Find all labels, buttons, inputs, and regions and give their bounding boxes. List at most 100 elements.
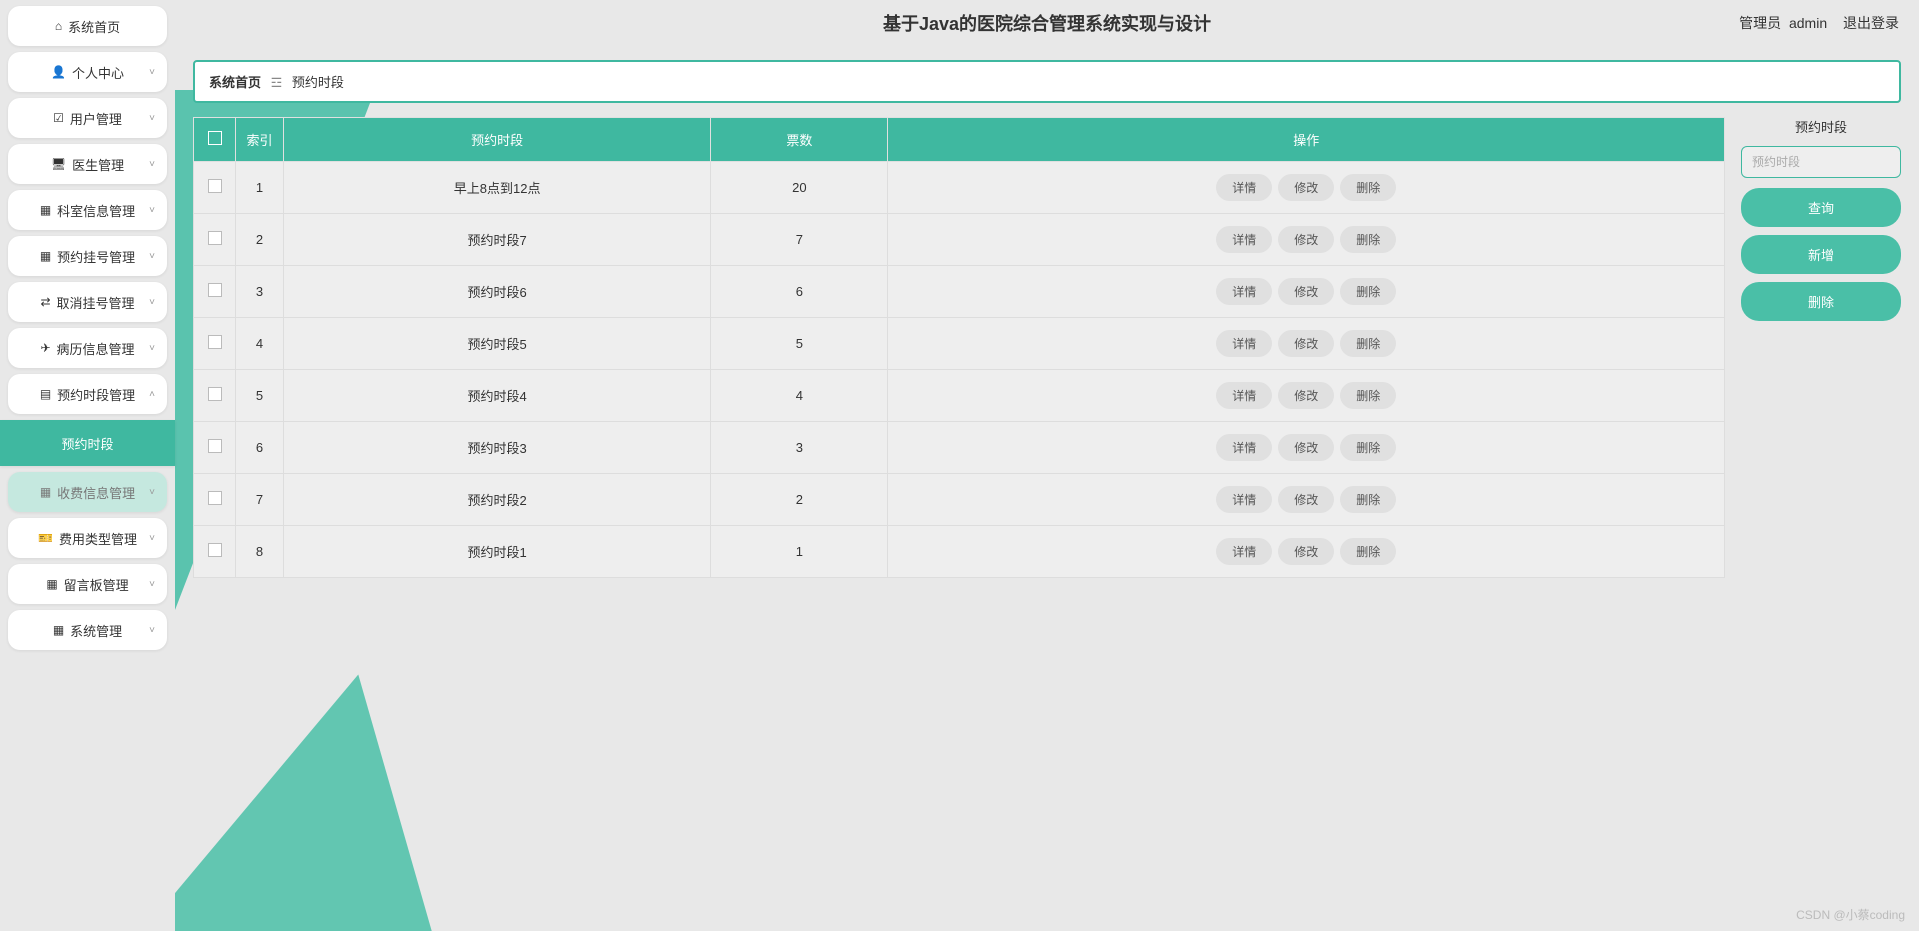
delete-button[interactable]: 删除 — [1741, 282, 1901, 321]
row-delete-button[interactable]: 删除 — [1340, 174, 1396, 201]
cell-index: 1 — [236, 162, 284, 214]
sidebar-item-13[interactable]: ▦系统管理˅ — [8, 610, 167, 650]
sidebar-item-7[interactable]: ✈病历信息管理˅ — [8, 328, 167, 368]
user-name[interactable]: admin — [1789, 15, 1827, 31]
logout-link[interactable]: 退出登录 — [1843, 15, 1899, 31]
detail-button[interactable]: 详情 — [1216, 174, 1272, 201]
table-row: 5预约时段44 详情修改删除 — [194, 370, 1725, 422]
table-row: 3预约时段66详情修改删除 — [194, 266, 1725, 318]
table-header-0 — [194, 118, 236, 162]
edit-button[interactable]: 修改 — [1278, 226, 1334, 253]
chevron-down-icon: ˅ — [149, 159, 155, 170]
cell-count: 4 — [711, 370, 888, 422]
sidebar-item-3[interactable]: 🖥医生管理˅ — [8, 144, 167, 184]
cell-slot: 预约时段2 — [284, 474, 711, 526]
sidebar-item-12[interactable]: ▦留言板管理˅ — [8, 564, 167, 604]
sidebar-item-2[interactable]: ☑用户管理˅ — [8, 98, 167, 138]
sidebar-item-11[interactable]: 🎫费用类型管理˅ — [8, 518, 167, 558]
person-icon: 👤 — [51, 65, 66, 79]
sidebar-item-8[interactable]: ▤预约时段管理˄ — [8, 374, 167, 414]
cell-index: 3 — [236, 266, 284, 318]
ticket-icon: 🎫 — [38, 531, 53, 545]
table-row: 2预约时段77详情修改删除 — [194, 214, 1725, 266]
detail-button[interactable]: 详情 — [1216, 538, 1272, 565]
row-checkbox[interactable] — [208, 179, 222, 193]
search-title: 预约时段 — [1741, 117, 1901, 136]
row-checkbox[interactable] — [208, 231, 222, 245]
row-checkbox[interactable] — [208, 283, 222, 297]
cell-actions: 详情修改删除 — [888, 318, 1725, 370]
user-role: 管理员 — [1739, 15, 1781, 31]
edit-button[interactable]: 修改 — [1278, 382, 1334, 409]
cell-index: 4 — [236, 318, 284, 370]
detail-button[interactable]: 详情 — [1216, 330, 1272, 357]
table-row: 6预约时段33详情修改删除 — [194, 422, 1725, 474]
sidebar-item-5[interactable]: ▦预约挂号管理˅ — [8, 236, 167, 276]
data-table: 索引预约时段票数操作 1早上8点到12点20详情修改删除2预约时段77详情修改删… — [193, 117, 1725, 578]
sidebar-item-label: 系统首页 — [68, 17, 120, 36]
sidebar-item-4[interactable]: ▦科室信息管理˅ — [8, 190, 167, 230]
table-header-1: 索引 — [236, 118, 284, 162]
chevron-down-icon: ˅ — [149, 251, 155, 262]
grid-icon: ▦ — [53, 623, 64, 637]
query-button[interactable]: 查询 — [1741, 188, 1901, 227]
row-checkbox[interactable] — [208, 543, 222, 557]
edit-button[interactable]: 修改 — [1278, 278, 1334, 305]
row-checkbox[interactable] — [208, 335, 222, 349]
detail-button[interactable]: 详情 — [1216, 434, 1272, 461]
sidebar-item-label: 医生管理 — [72, 155, 124, 174]
detail-button[interactable]: 详情 — [1216, 382, 1272, 409]
sidebar-item-label: 预约时段 — [61, 434, 113, 453]
sidebar-item-label: 留言板管理 — [64, 575, 129, 594]
row-delete-button[interactable]: 删除 — [1340, 382, 1396, 409]
row-delete-button[interactable]: 删除 — [1340, 330, 1396, 357]
row-checkbox[interactable] — [208, 491, 222, 505]
cell-actions: 详情修改删除 — [888, 162, 1725, 214]
chevron-down-icon: ˅ — [149, 343, 155, 354]
chevron-down-icon: ˅ — [149, 579, 155, 590]
cell-index: 8 — [236, 526, 284, 578]
edit-button[interactable]: 修改 — [1278, 330, 1334, 357]
row-checkbox[interactable] — [208, 439, 222, 453]
add-button[interactable]: 新增 — [1741, 235, 1901, 274]
sidebar-item-0[interactable]: ⌂系统首页 — [8, 6, 167, 46]
chevron-down-icon: ˅ — [149, 113, 155, 124]
edit-button[interactable]: 修改 — [1278, 538, 1334, 565]
cell-slot: 预约时段4 — [284, 370, 711, 422]
sidebar-item-1[interactable]: 👤个人中心˅ — [8, 52, 167, 92]
sidebar-item-label: 取消挂号管理 — [57, 293, 135, 312]
search-input[interactable] — [1741, 146, 1901, 178]
cell-count: 20 — [711, 162, 888, 214]
sidebar: ⌂系统首页👤个人中心˅☑用户管理˅🖥医生管理˅▦科室信息管理˅▦预约挂号管理˅⇄… — [0, 0, 175, 931]
page-title: 基于Java的医院综合管理系统实现与设计 — [883, 10, 1211, 36]
row-delete-button[interactable]: 删除 — [1340, 278, 1396, 305]
select-all-checkbox[interactable] — [208, 131, 222, 145]
edit-button[interactable]: 修改 — [1278, 434, 1334, 461]
cell-actions: 详情修改删除 — [888, 266, 1725, 318]
breadcrumb-home[interactable]: 系统首页 — [209, 75, 261, 90]
sidebar-item-6[interactable]: ⇄取消挂号管理˅ — [8, 282, 167, 322]
cell-count: 6 — [711, 266, 888, 318]
data-table-container: 索引预约时段票数操作 1早上8点到12点20详情修改删除2预约时段77详情修改删… — [193, 117, 1725, 578]
cell-index: 7 — [236, 474, 284, 526]
detail-button[interactable]: 详情 — [1216, 486, 1272, 513]
sidebar-item-10[interactable]: ▦收费信息管理˅ — [8, 472, 167, 512]
send-icon: ✈ — [40, 341, 50, 355]
cell-count: 3 — [711, 422, 888, 474]
cell-slot: 早上8点到12点 — [284, 162, 711, 214]
edit-button[interactable]: 修改 — [1278, 486, 1334, 513]
grid-icon: ▦ — [40, 485, 51, 499]
check-icon: ☑ — [53, 111, 64, 125]
row-delete-button[interactable]: 删除 — [1340, 486, 1396, 513]
sidebar-item-9[interactable]: 预约时段 — [0, 420, 175, 466]
detail-button[interactable]: 详情 — [1216, 278, 1272, 305]
row-delete-button[interactable]: 删除 — [1340, 538, 1396, 565]
watermark: CSDN @小蔡coding — [1796, 906, 1905, 923]
row-delete-button[interactable]: 删除 — [1340, 226, 1396, 253]
row-delete-button[interactable]: 删除 — [1340, 434, 1396, 461]
edit-button[interactable]: 修改 — [1278, 174, 1334, 201]
detail-button[interactable]: 详情 — [1216, 226, 1272, 253]
cell-index: 5 — [236, 370, 284, 422]
row-checkbox[interactable] — [208, 387, 222, 401]
table-header-2: 预约时段 — [284, 118, 711, 162]
